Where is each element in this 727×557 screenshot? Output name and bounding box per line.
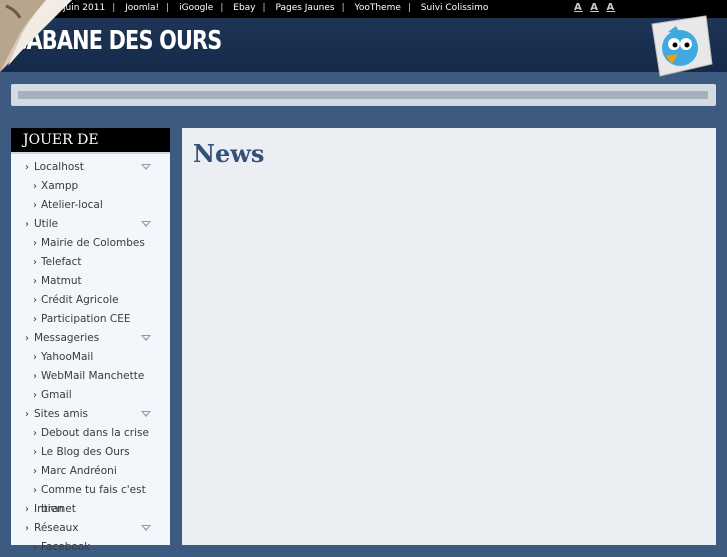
sidebar-item-label: YahooMail [41, 351, 94, 363]
sidebar-item[interactable]: › Debout dans la crise [11, 424, 170, 443]
link-pages-jaunes[interactable]: Pages Jaunes [275, 3, 334, 13]
sidebar-item[interactable]: › Atelier-local [11, 196, 170, 215]
sidebar-item[interactable]: › Messageries [11, 329, 170, 348]
sidebar-item-label: Réseaux [34, 522, 79, 534]
chevron-right-icon: › [33, 447, 37, 458]
sidebar-item[interactable]: › YahooMail [11, 348, 170, 367]
chevron-right-icon: › [33, 314, 37, 325]
site-header: CABANE DES OURS [0, 18, 727, 72]
link-ebay[interactable]: Ebay [233, 3, 255, 13]
sidebar-item-label: Debout dans la crise [41, 427, 149, 439]
link-yootheme[interactable]: YooTheme [355, 3, 401, 13]
sidebar-item[interactable]: › Marc Andréoni [11, 462, 170, 481]
sidebar-item-label: Matmut [41, 275, 82, 287]
sidebar: JOUER DE › Localhost › Xampp › Atelier-local ›… [11, 128, 170, 553]
chevron-right-icon: › [25, 504, 29, 515]
sidebar-item-label: Gmail [41, 389, 72, 401]
sidebar-item[interactable]: › Comme tu fais c'est bien [11, 481, 170, 515]
sidebar-item-label: Marc Andréoni [41, 465, 117, 477]
sidebar-item[interactable]: › Localhost [11, 158, 170, 177]
sidebar-item-label: Localhost [34, 161, 84, 173]
sidebar-item-label: Sites amis [34, 408, 89, 420]
sidebar-item[interactable]: › Mairie de Colombes [11, 234, 170, 253]
chevron-right-icon: › [33, 295, 37, 306]
chevron-right-icon: › [33, 542, 37, 553]
sidebar-item[interactable]: › Utile [11, 215, 170, 234]
chevron-right-icon: › [25, 333, 29, 344]
sidebar-item[interactable]: › Matmut [11, 272, 170, 291]
sidebar-item-label: Mairie de Colombes [41, 237, 145, 249]
sidebar-item-label: Xampp [41, 180, 79, 192]
search-input[interactable] [18, 91, 708, 99]
triangle-down-icon[interactable] [141, 335, 151, 341]
sidebar-item-label: Crédit Agricole [41, 294, 119, 306]
chevron-right-icon: › [25, 409, 29, 420]
sidebar-item[interactable]: › Gmail [11, 386, 170, 405]
chevron-right-icon: › [33, 390, 37, 401]
chevron-right-icon: › [33, 276, 37, 287]
link-joomla[interactable]: Joomla! [125, 3, 159, 13]
sidebar-item[interactable]: › Intranet [11, 500, 170, 519]
sidebar-item[interactable]: › Xampp [11, 177, 170, 196]
link-suivi-colissimo[interactable]: Suivi Colissimo [421, 3, 489, 13]
sidebar-item-label: Intranet [34, 503, 76, 515]
sidebar-item-label: Facebook [41, 541, 91, 553]
chevron-right-icon: › [33, 428, 37, 439]
font-size-small-button[interactable]: A [574, 2, 583, 13]
sidebar-item-label: Participation CEE [41, 313, 131, 325]
font-size-large-button[interactable]: A [606, 2, 615, 13]
sidebar-item-label: Telefact [41, 256, 82, 268]
sidebar-item[interactable]: › Réseaux [11, 519, 170, 538]
search-bar[interactable] [11, 84, 716, 106]
chevron-right-icon: › [25, 219, 29, 230]
sidebar-item-label: WebMail Manchette [41, 370, 145, 382]
twitter-bird-icon[interactable] [646, 14, 714, 78]
sidebar-item-label: Le Blog des Ours [41, 446, 130, 458]
top-links: juin 2011 | Joomla! | iGoogle | Ebay | Pages… [63, 3, 489, 13]
page-title: News [193, 139, 265, 168]
sidebar-menu: › Localhost › Xampp › Atelier-local › Utile › Mai… [11, 154, 170, 557]
sidebar-item-label: Utile [34, 218, 59, 230]
triangle-down-icon[interactable] [141, 525, 151, 531]
triangle-down-icon[interactable] [141, 164, 151, 170]
chevron-right-icon: › [33, 352, 37, 363]
sidebar-item-label: Messageries [34, 332, 100, 344]
chevron-right-icon: › [25, 523, 29, 534]
chevron-right-icon: › [33, 466, 37, 477]
sidebar-item[interactable]: › Crédit Agricole [11, 291, 170, 310]
link-igoogle[interactable]: iGoogle [179, 3, 213, 13]
chevron-right-icon: › [33, 238, 37, 249]
sidebar-item[interactable]: › Le Blog des Ours [11, 443, 170, 462]
triangle-down-icon[interactable] [141, 221, 151, 227]
page-curl-icon [0, 0, 72, 72]
sidebar-title: JOUER DE [11, 128, 170, 154]
font-size-medium-button[interactable]: A [590, 2, 599, 13]
sidebar-item[interactable]: › WebMail Manchette [11, 367, 170, 386]
main-content: News [182, 128, 716, 545]
chevron-right-icon: › [33, 257, 37, 268]
sidebar-item-label: Atelier-local [41, 199, 103, 211]
sidebar-item[interactable]: › Participation CEE [11, 310, 170, 329]
chevron-right-icon: › [33, 485, 37, 496]
chevron-right-icon: › [33, 371, 37, 382]
sidebar-item[interactable]: › Telefact [11, 253, 170, 272]
chevron-right-icon: › [33, 181, 37, 192]
top-bar: juin 2011 | Joomla! | iGoogle | Ebay | Pages… [0, 0, 727, 18]
sidebar-item[interactable]: › Sites amis [11, 405, 170, 424]
sidebar-item[interactable]: › Facebook [11, 538, 170, 557]
chevron-right-icon: › [25, 162, 29, 173]
font-size-controls: A A A [574, 2, 618, 13]
triangle-down-icon[interactable] [141, 411, 151, 417]
chevron-right-icon: › [33, 200, 37, 211]
